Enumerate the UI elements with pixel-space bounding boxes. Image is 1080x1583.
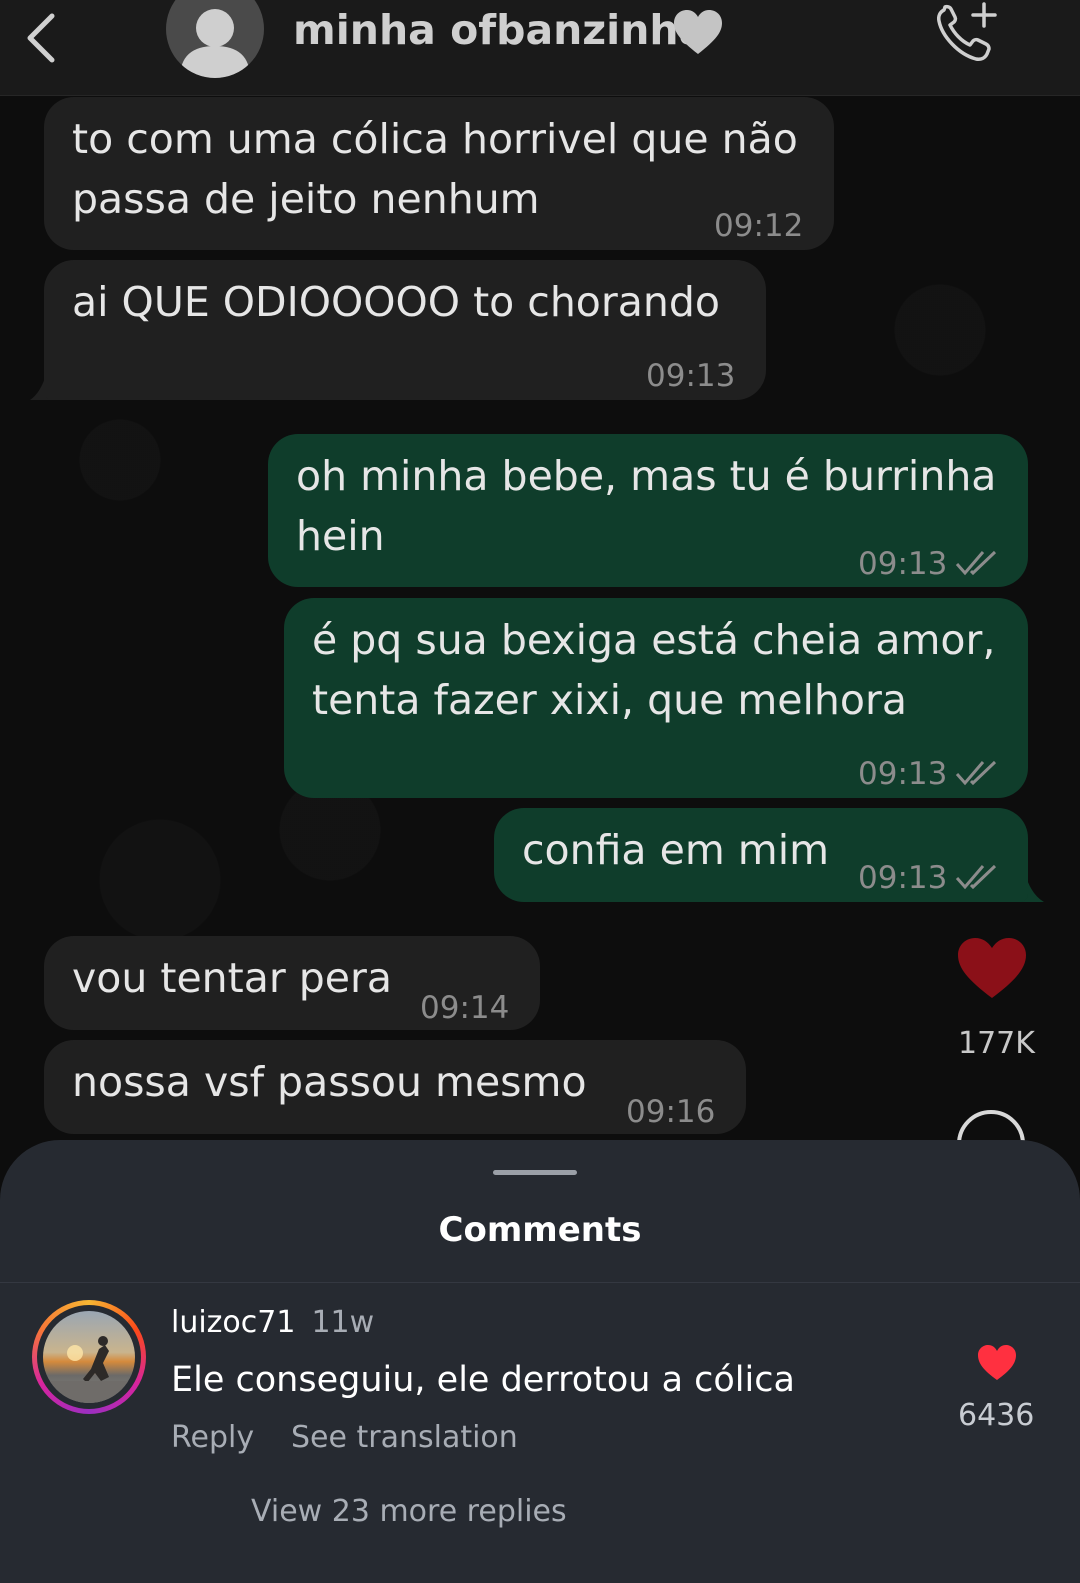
message-text: ai QUE ODIOOOOO to chorando (72, 278, 720, 326)
read-ticks-icon (956, 550, 997, 576)
message-text: nossa vsf passou mesmo (72, 1058, 587, 1106)
message-incoming[interactable]: vou tentar pera 09:14 (44, 936, 540, 1030)
chat-title[interactable]: minha ofbanzinha (293, 6, 706, 54)
like-heart-icon[interactable] (956, 936, 1028, 1000)
default-user-icon (180, 9, 250, 78)
sheet-title: Comments (438, 1210, 642, 1250)
like-count: 177K (958, 1026, 1035, 1061)
message-incoming[interactable]: nossa vsf passou mesmo 09:16 (44, 1040, 746, 1134)
message-text: confia em mim (522, 826, 830, 874)
read-ticks-icon (956, 864, 997, 890)
message-time-label: 09:13 (858, 546, 948, 582)
message-time: 09:14 (420, 990, 510, 1026)
message-time-label: 09:13 (858, 756, 948, 792)
message-time: 09:12 (714, 208, 804, 244)
message-time-label: 09:13 (858, 860, 948, 896)
message-text: to com uma cólica horrivel que não passa… (72, 115, 798, 223)
read-ticks-icon (956, 760, 997, 786)
contact-avatar[interactable] (166, 0, 264, 78)
comment-like-count: 6436 (958, 1398, 1035, 1433)
reply-button[interactable]: Reply (171, 1420, 254, 1455)
message-text: é pq sua bexiga está cheia amor, tenta f… (312, 616, 996, 724)
add-call-icon[interactable] (934, 2, 1000, 64)
story-ring[interactable] (32, 1300, 146, 1414)
message-time: 09:13 (858, 744, 999, 804)
divider (0, 1282, 1080, 1283)
message-time: 09:13 (646, 358, 736, 394)
view-more-replies-button[interactable]: View 23 more replies (251, 1494, 567, 1529)
message-incoming[interactable]: ai QUE ODIOOOOO to chorando 09:13 (44, 260, 766, 400)
message-text: vou tentar pera (72, 954, 392, 1002)
see-translation-button[interactable]: See translation (291, 1420, 518, 1455)
chat-header: minha ofbanzinha (0, 0, 1080, 96)
message-time: 09:13 (858, 848, 999, 908)
message-outgoing[interactable]: oh minha bebe, mas tu é burrinha hein 09… (268, 434, 1028, 587)
commenter-avatar (43, 1311, 135, 1403)
back-chevron-icon[interactable] (22, 8, 62, 64)
person-silhouette-icon (43, 1336, 135, 1403)
comment-age: 11w (311, 1305, 375, 1340)
comment-text: Ele conseguiu, ele derrotou a cólica (171, 1360, 795, 1400)
message-outgoing[interactable]: confia em mim 09:13 (494, 808, 1028, 902)
comments-sheet: Comments luizoc71 11w Ele conseguiu, ele … (0, 1140, 1080, 1583)
message-time: 09:16 (626, 1094, 716, 1130)
drag-handle[interactable] (493, 1170, 577, 1175)
message-outgoing[interactable]: é pq sua bexiga está cheia amor, tenta f… (284, 598, 1028, 798)
comment-author: luizoc71 11w (171, 1305, 374, 1340)
message-time: 09:13 (858, 534, 999, 594)
comment-username[interactable]: luizoc71 (171, 1305, 295, 1340)
avatar-ring-gap (37, 1305, 141, 1409)
comment-like-icon[interactable] (976, 1344, 1018, 1382)
message-incoming[interactable]: to com uma cólica horrivel que não passa… (44, 97, 834, 250)
heart-emoji-icon (674, 10, 722, 54)
